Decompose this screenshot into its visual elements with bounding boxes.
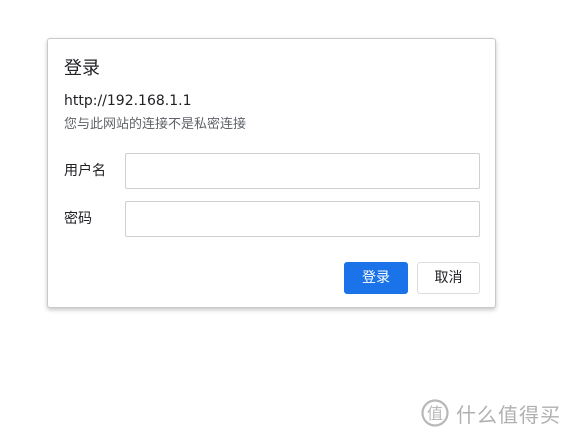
page: 登录 http://192.168.1.1 您与此网站的连接不是私密连接 用户名… <box>0 0 585 443</box>
dialog-url: http://192.168.1.1 <box>64 93 192 109</box>
login-button[interactable]: 登录 <box>344 262 408 294</box>
login-dialog: 登录 http://192.168.1.1 您与此网站的连接不是私密连接 用户名… <box>47 38 496 308</box>
password-input[interactable] <box>125 201 480 237</box>
cancel-button[interactable]: 取消 <box>417 262 480 294</box>
username-label: 用户名 <box>64 163 106 179</box>
watermark: 值 什么值得买 <box>420 398 561 428</box>
dialog-title: 登录 <box>64 58 100 79</box>
username-input[interactable] <box>125 153 480 189</box>
svg-text:值: 值 <box>427 404 443 423</box>
smzdm-logo-icon: 值 <box>421 399 449 427</box>
password-label: 密码 <box>64 211 92 227</box>
watermark-text: 什么值得买 <box>456 402 561 427</box>
connection-warning: 您与此网站的连接不是私密连接 <box>64 117 247 132</box>
